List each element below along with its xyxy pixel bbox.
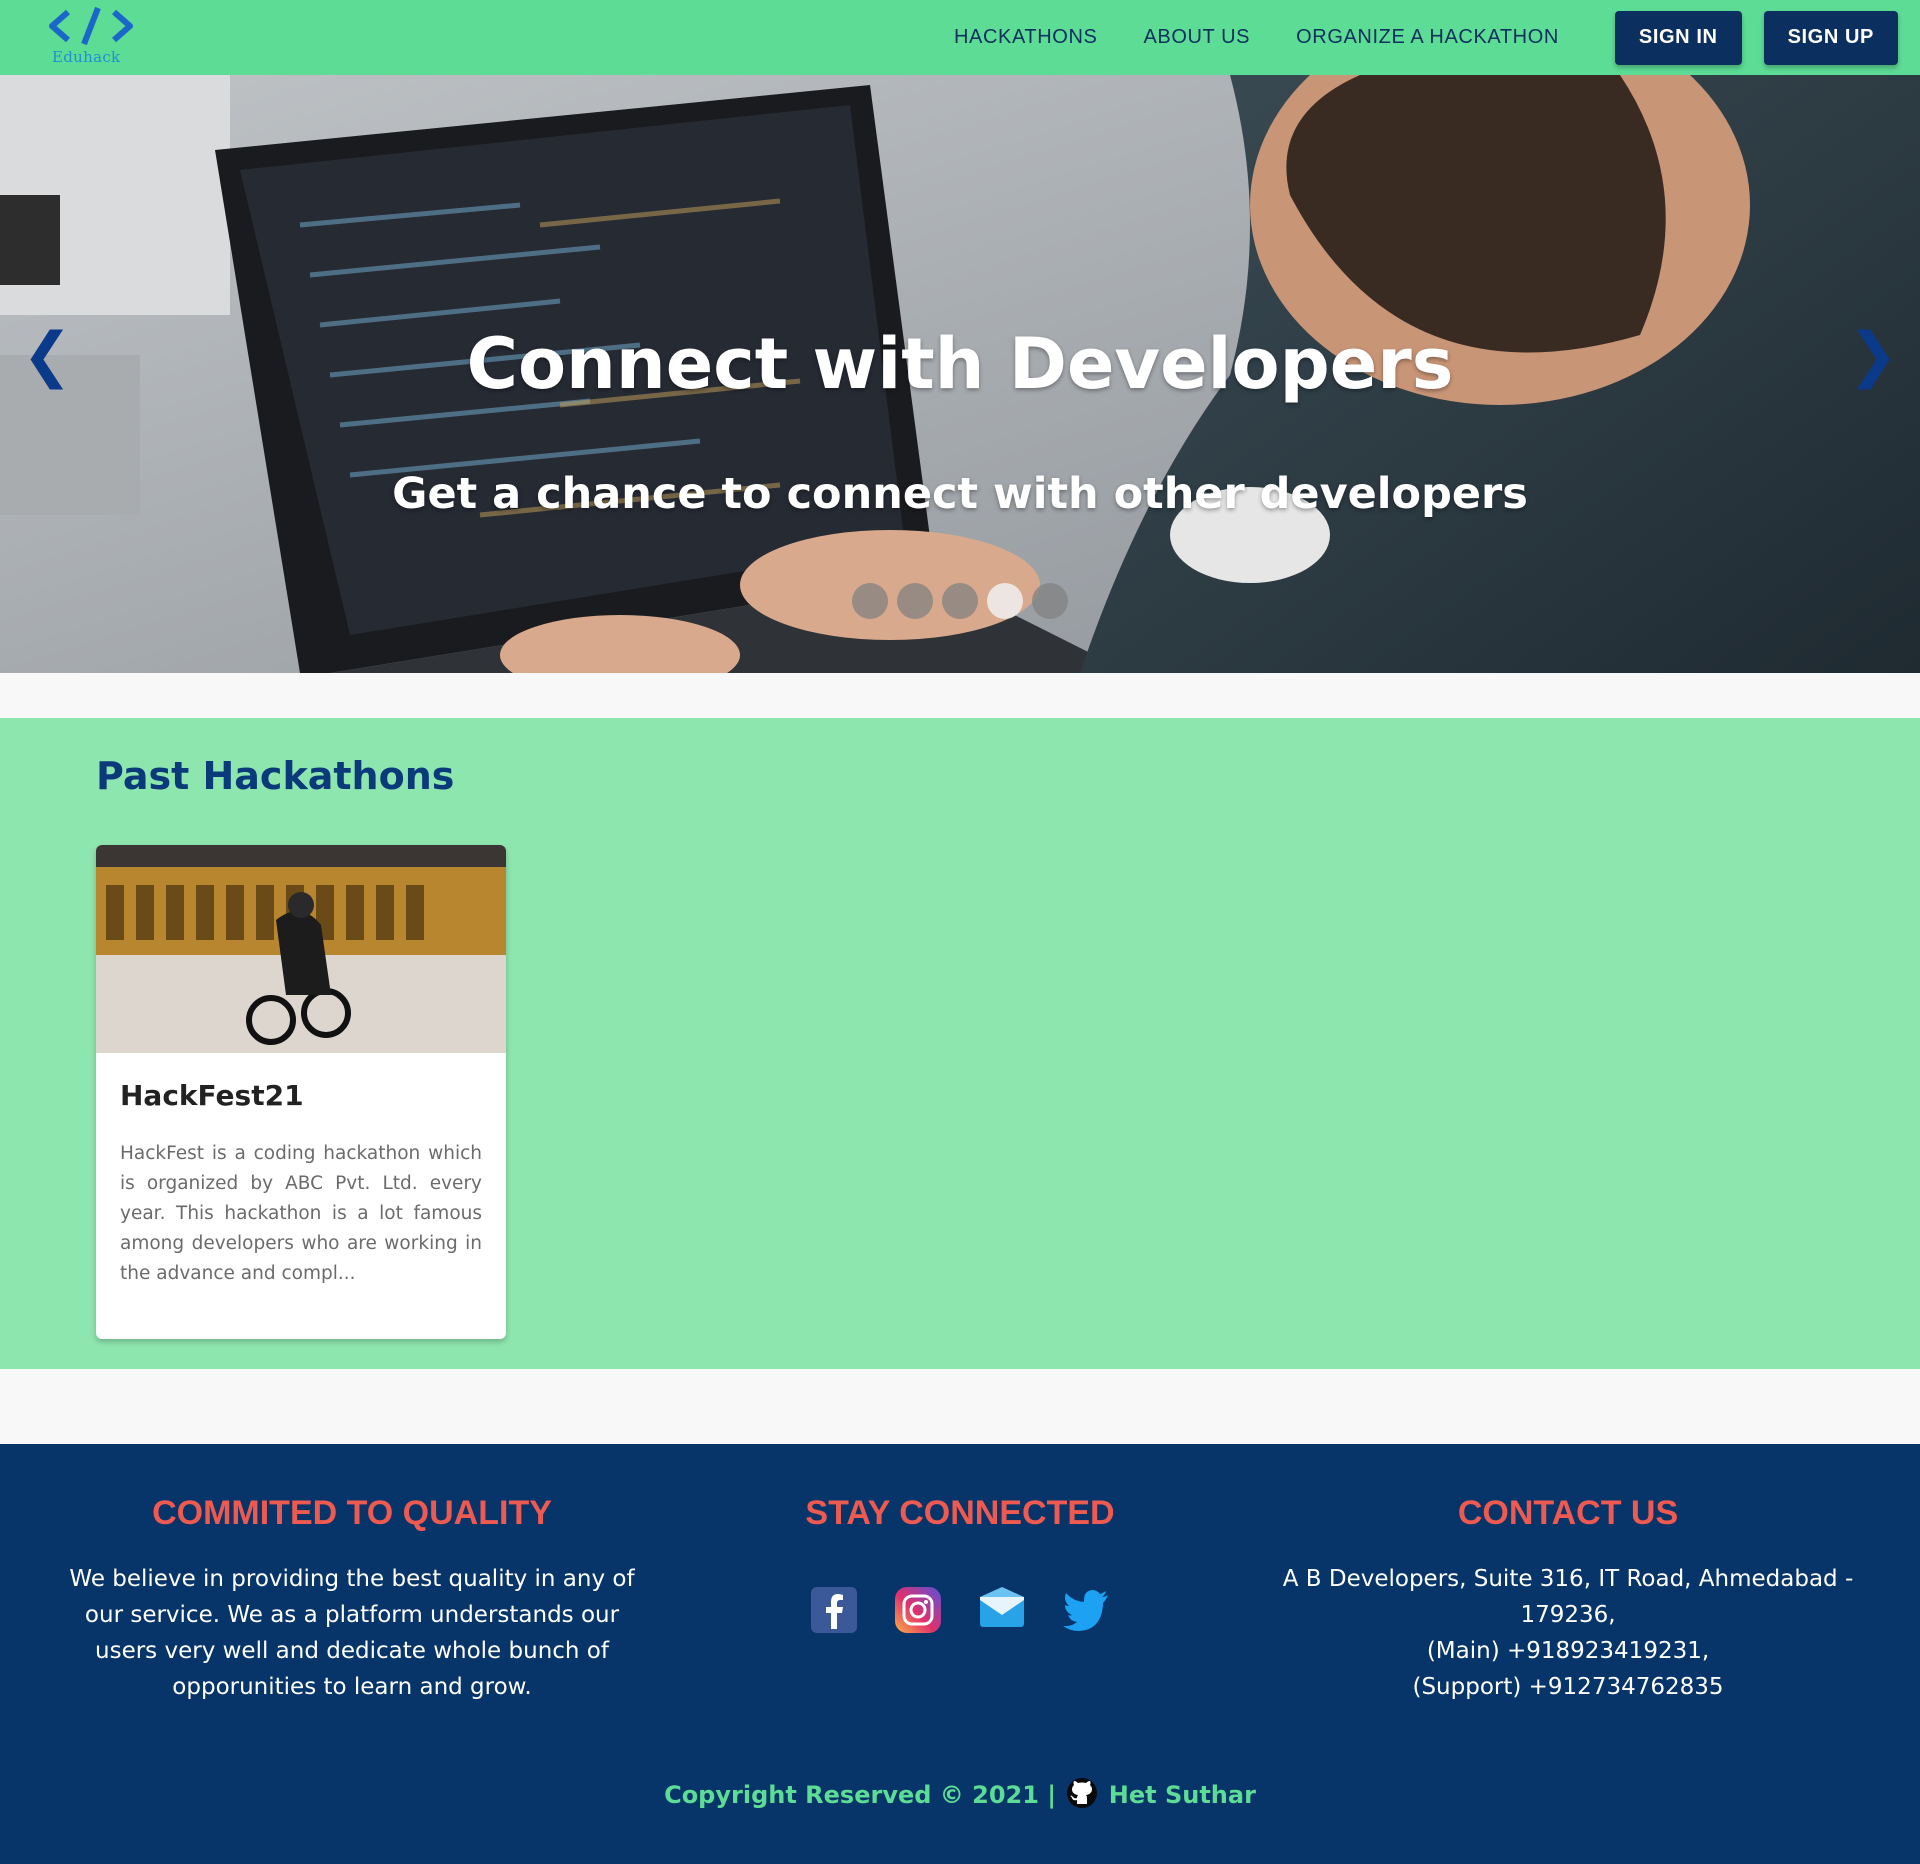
facebook-icon[interactable]	[809, 1585, 859, 1635]
author-link[interactable]: Het Suthar	[1109, 1781, 1256, 1809]
past-hackathons-section: Past Hackathons HackFest21 HackFest is a…	[0, 718, 1920, 1369]
mail-icon[interactable]	[977, 1585, 1027, 1635]
nav-link-organize-hackathon[interactable]: ORGANIZE A HACKATHON	[1296, 26, 1559, 49]
twitter-icon[interactable]	[1061, 1585, 1111, 1635]
carousel-dot-1[interactable]	[852, 583, 888, 619]
section-title: Past Hackathons	[96, 754, 455, 798]
hackathon-card[interactable]: HackFest21 HackFest is a coding hackatho…	[96, 845, 506, 1339]
nav-link-hackathons[interactable]: HACKATHONS	[954, 26, 1097, 49]
sign-up-button[interactable]: SIGN UP	[1763, 10, 1898, 65]
code-brackets-icon	[49, 6, 133, 46]
nav-link-about-us[interactable]: ABOUT US	[1143, 26, 1250, 49]
copyright-line: Copyright Reserved © 2021 | Het Suthar	[0, 1777, 1920, 1809]
hero-subtitle: Get a chance to connect with other devel…	[392, 469, 1528, 519]
quality-text: We believe in providing the best quality…	[69, 1566, 635, 1700]
hero-title: Connect with Developers	[466, 323, 1454, 405]
github-icon[interactable]	[1066, 1777, 1098, 1809]
contact-support-phone: (Support) +912734762835	[1412, 1674, 1724, 1700]
contact-address: A B Developers, Suite 316, IT Road, Ahme…	[1282, 1566, 1854, 1628]
logo-text: Eduhack	[52, 48, 121, 66]
carousel-dot-3[interactable]	[942, 583, 978, 619]
hackathon-card-title: HackFest21	[120, 1079, 304, 1112]
contact-main-phone: (Main) +918923419231,	[1426, 1638, 1710, 1664]
copyright-text: Copyright Reserved © 2021 |	[664, 1781, 1057, 1809]
hero-carousel: ❮ ❯ Connect with Developers Get a chance…	[0, 75, 1920, 673]
carousel-dot-2[interactable]	[897, 583, 933, 619]
navbar: Eduhack HACKATHONS ABOUT US ORGANIZE A H…	[0, 0, 1920, 75]
carousel-dot-4[interactable]	[987, 583, 1023, 619]
carousel-indicators	[852, 583, 1077, 619]
footer-quality-column: COMMITED TO QUALITY We believe in provid…	[62, 1494, 642, 1705]
hackathon-card-image	[96, 845, 506, 1053]
footer-connected-column: STAY CONNECTED	[770, 1494, 1150, 1635]
footer-contact-column: CONTACT US A B Developers, Suite 316, IT…	[1270, 1494, 1866, 1705]
carousel-dot-5[interactable]	[1032, 583, 1068, 619]
instagram-icon[interactable]	[893, 1585, 943, 1635]
sign-in-button[interactable]: SIGN IN	[1614, 10, 1742, 65]
connected-heading: STAY CONNECTED	[805, 1494, 1115, 1532]
nav-links: HACKATHONS ABOUT US ORGANIZE A HACKATHON…	[954, 0, 1898, 75]
contact-details: A B Developers, Suite 316, IT Road, Ahme…	[1270, 1561, 1866, 1705]
quality-heading: COMMITED TO QUALITY	[152, 1494, 552, 1532]
contact-heading: CONTACT US	[1457, 1494, 1679, 1532]
social-links	[770, 1585, 1150, 1635]
hackathon-card-description: HackFest is a coding hackathon which is …	[120, 1143, 482, 1284]
eduhack-logo[interactable]: Eduhack	[46, 6, 136, 68]
footer: COMMITED TO QUALITY We believe in provid…	[0, 1444, 1920, 1864]
